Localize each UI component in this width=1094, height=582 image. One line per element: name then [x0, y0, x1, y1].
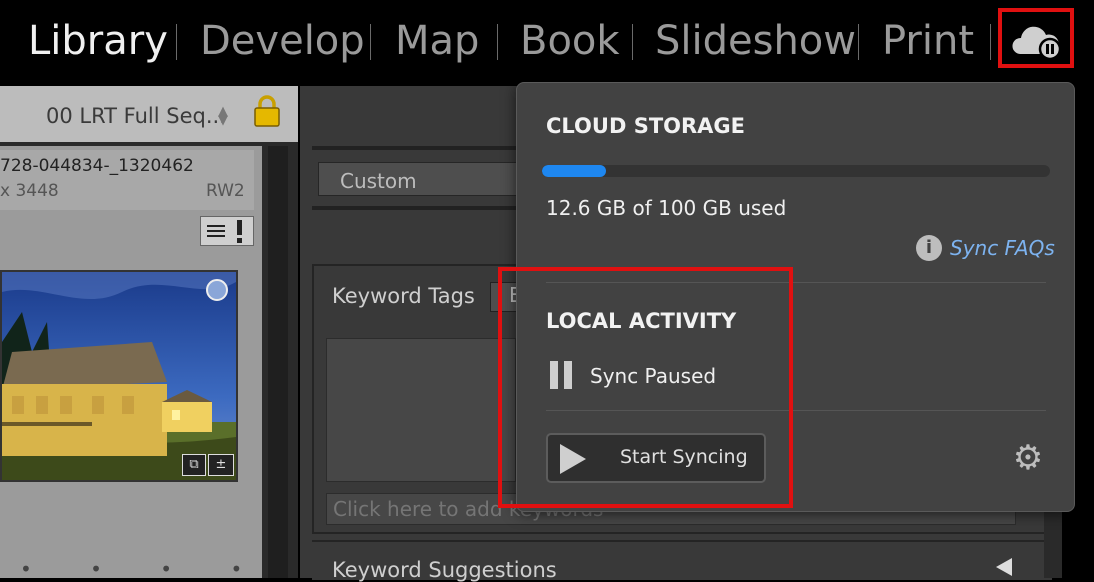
keyword-tags-textarea[interactable] — [326, 338, 516, 482]
highlight-box — [498, 267, 793, 508]
collection-updown-icon[interactable]: ▲ ▼ — [218, 105, 228, 127]
gear-icon[interactable]: ⚙ — [1010, 440, 1046, 476]
storage-progress-bar — [542, 165, 1050, 177]
module-separator — [858, 24, 859, 60]
filmstrip-dots: • • • • • — [20, 557, 339, 581]
collection-name[interactable]: 00 LRT Full Seq... — [46, 104, 226, 128]
develop-edited-badge-icon[interactable]: ± — [208, 454, 234, 476]
module-slideshow[interactable]: Slideshow — [655, 18, 856, 64]
sync-faqs-link[interactable]: Sync FAQs — [950, 236, 1055, 260]
photo-dimensions: x 3448 — [0, 181, 59, 201]
module-print[interactable]: Print — [882, 18, 974, 64]
storage-progress-fill — [542, 165, 606, 177]
module-map[interactable]: Map — [395, 18, 479, 64]
module-library[interactable]: Library — [28, 18, 168, 64]
collection-badge-icon[interactable]: ⧉ — [182, 454, 206, 476]
module-picker: Library Develop Map Book Slideshow Print — [0, 0, 1094, 82]
cloud-paused-icon — [1012, 26, 1062, 61]
module-separator — [632, 24, 633, 60]
module-book[interactable]: Book — [520, 18, 620, 64]
storage-used-text: 12.6 GB of 100 GB used — [546, 196, 787, 220]
panel-divider — [312, 146, 522, 150]
cloud-sync-button[interactable] — [998, 8, 1074, 68]
module-develop[interactable]: Develop — [200, 18, 365, 64]
lock-icon[interactable] — [252, 94, 282, 128]
photo-extension: RW2 — [206, 181, 245, 201]
grid-scrollbar[interactable] — [268, 146, 288, 578]
module-separator — [497, 24, 498, 60]
collapse-triangle-icon[interactable] — [996, 558, 1012, 576]
keyword-suggestions-label: Keyword Suggestions — [332, 558, 557, 582]
keyword-tags-label: Keyword Tags — [332, 284, 475, 308]
cloud-storage-title: CLOUD STORAGE — [546, 114, 745, 138]
photo-thumbnail[interactable] — [0, 270, 238, 482]
module-separator — [176, 24, 177, 60]
preset-dropdown-value: Custom — [340, 169, 417, 193]
module-separator — [990, 24, 991, 60]
panel-divider — [312, 206, 522, 210]
info-icon[interactable]: i — [916, 235, 942, 261]
photo-filename: 728-044834-_1320462 — [0, 156, 194, 176]
metadata-icon[interactable] — [200, 216, 254, 246]
module-separator — [370, 24, 371, 60]
color-label-dot[interactable] — [206, 279, 228, 301]
